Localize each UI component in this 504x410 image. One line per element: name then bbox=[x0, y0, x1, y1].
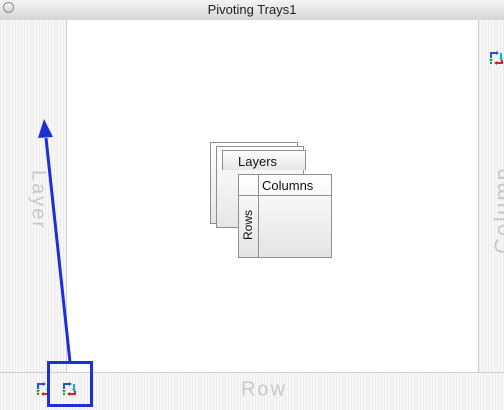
row-tray-label: Row bbox=[240, 378, 288, 401]
annotation-highlight-box bbox=[47, 361, 93, 407]
table-row-header-divider bbox=[239, 195, 331, 196]
column-tray-label: Column bbox=[490, 166, 504, 254]
window-title: Pivoting Trays1 bbox=[207, 2, 297, 17]
columns-label: Columns bbox=[262, 178, 314, 193]
layers-label: Layers bbox=[238, 154, 278, 169]
layer-tray-label: Layer bbox=[27, 169, 50, 231]
rows-label: Rows bbox=[241, 209, 255, 241]
pivot-icon[interactable] bbox=[488, 50, 504, 71]
table-column-header-divider bbox=[258, 175, 259, 257]
window-title-bar: Pivoting Trays1 bbox=[0, 0, 504, 21]
